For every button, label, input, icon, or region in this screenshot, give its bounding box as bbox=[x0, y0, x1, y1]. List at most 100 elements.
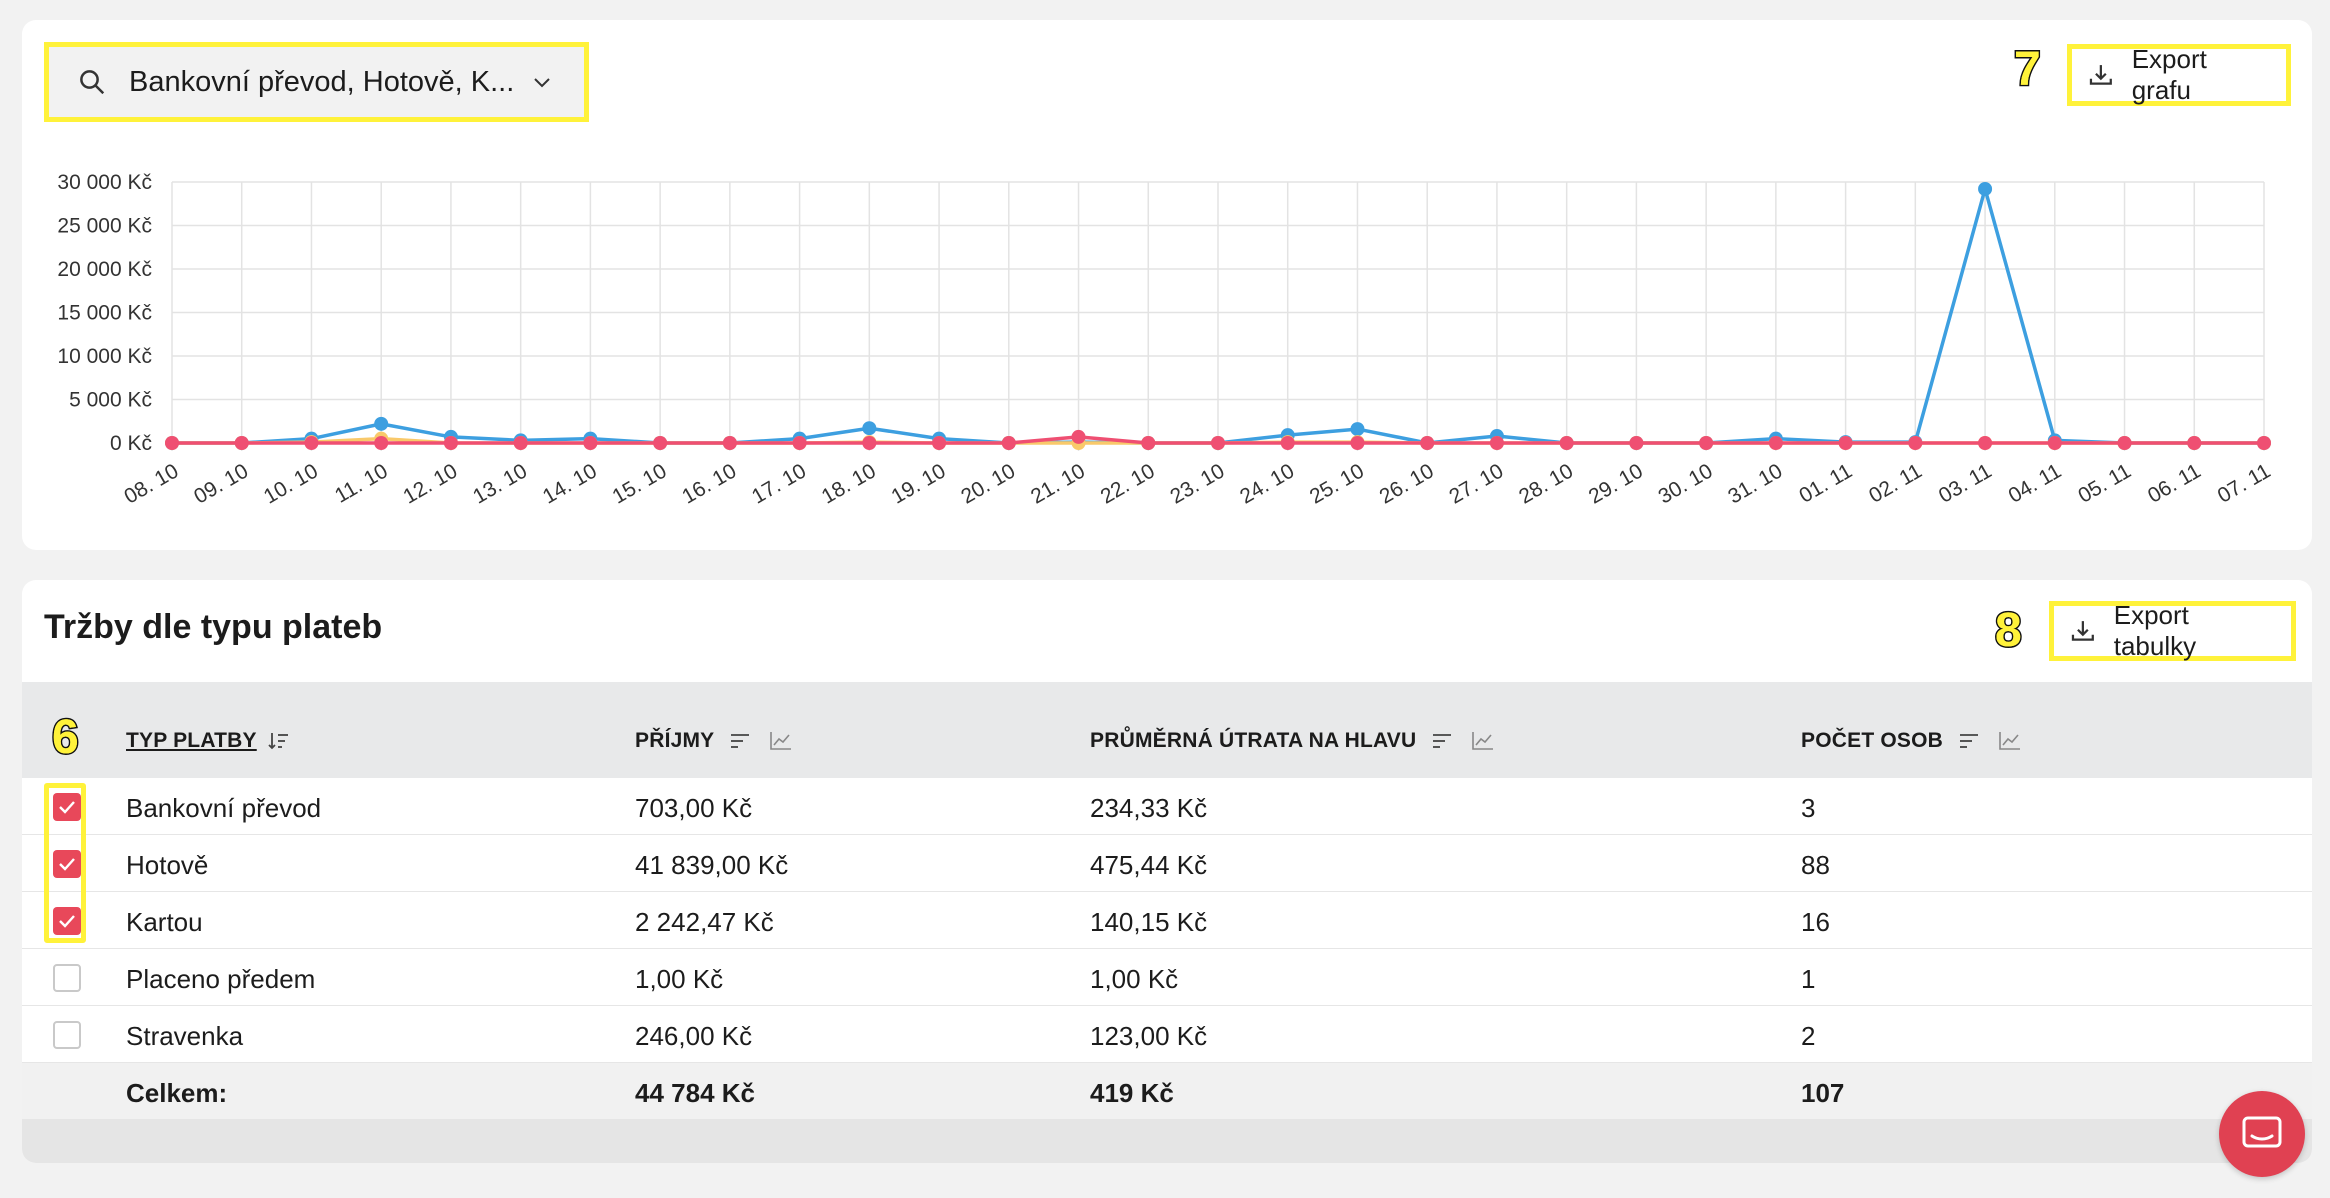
x-tick-label: 01. 11 bbox=[1795, 459, 1856, 507]
x-tick-label: 08. 10 bbox=[120, 459, 182, 508]
x-tick-label: 09. 10 bbox=[190, 459, 252, 508]
sort-desc-icon[interactable] bbox=[267, 730, 291, 752]
row-checkbox[interactable] bbox=[53, 964, 81, 992]
table-row: Placeno předem 1,00 Kč 1,00 Kč 1 bbox=[22, 949, 2312, 1006]
data-point bbox=[1141, 436, 1156, 450]
income-cell: 2 242,47 Kč bbox=[635, 907, 774, 937]
data-point bbox=[165, 436, 179, 450]
avg-cell: 140,15 Kč bbox=[1090, 907, 1208, 937]
count-cell: 1 bbox=[1801, 964, 1816, 994]
income-cell: 1,00 Kč bbox=[635, 964, 724, 994]
export-graph-button[interactable]: Export grafu bbox=[2067, 44, 2291, 106]
data-point bbox=[1559, 436, 1574, 450]
x-tick-label: 04. 11 bbox=[2005, 459, 2066, 507]
checkbox-highlight bbox=[44, 783, 86, 943]
x-tick-label: 20. 10 bbox=[957, 459, 1019, 508]
x-tick-label: 22. 10 bbox=[1097, 459, 1159, 508]
export-graph-label: Export grafu bbox=[2131, 44, 2207, 105]
income-cell: 246,00 Kč bbox=[635, 1021, 753, 1051]
header-avg-spend[interactable]: PRŮMĚRNÁ ÚTRATA NA HLAVU bbox=[1090, 729, 1496, 753]
payment-type-filter[interactable]: Bankovní převod, Hotově, K... bbox=[44, 42, 589, 122]
x-tick-label: 06. 11 bbox=[2144, 459, 2205, 507]
x-tick-label: 13. 10 bbox=[469, 459, 531, 508]
annotation-marker-8: 8 bbox=[1994, 603, 2024, 659]
chart-line-icon[interactable] bbox=[768, 730, 794, 752]
y-tick-label: 15 000 Kč bbox=[57, 302, 152, 325]
total-income: 44 784 Kč bbox=[635, 1078, 755, 1108]
x-tick-label: 07. 11 bbox=[2214, 459, 2275, 507]
data-point bbox=[862, 436, 877, 450]
sort-icon[interactable] bbox=[1957, 731, 1983, 751]
header-person-count[interactable]: POČET OSOB bbox=[1801, 729, 2023, 753]
data-point bbox=[2187, 436, 2202, 450]
data-point bbox=[1699, 436, 1714, 450]
x-tick-label: 27. 10 bbox=[1445, 459, 1507, 508]
x-tick-label: 23. 10 bbox=[1166, 459, 1228, 508]
filter-value: Bankovní převod, Hotově, K... bbox=[129, 65, 515, 98]
search-icon bbox=[80, 70, 105, 95]
x-tick-label: 18. 10 bbox=[818, 459, 880, 508]
y-tick-label: 5 000 Kč bbox=[69, 389, 152, 412]
data-point bbox=[374, 436, 389, 450]
table-row: Stravenka 246,00 Kč 123,00 Kč 2 bbox=[22, 1006, 2312, 1063]
x-tick-label: 31. 10 bbox=[1724, 459, 1786, 508]
avg-cell: 475,44 Kč bbox=[1090, 850, 1208, 880]
row-checkbox[interactable] bbox=[53, 1021, 81, 1049]
chat-launcher[interactable] bbox=[2219, 1091, 2305, 1177]
annotation-marker-6: 6 bbox=[51, 710, 81, 766]
x-tick-label: 28. 10 bbox=[1515, 459, 1577, 508]
avg-cell: 234,33 Kč bbox=[1090, 793, 1208, 823]
x-tick-label: 25. 10 bbox=[1306, 459, 1368, 508]
y-tick-label: 20 000 Kč bbox=[57, 258, 152, 281]
data-point bbox=[513, 436, 528, 450]
income-cell: 703,00 Kč bbox=[635, 793, 753, 823]
sort-icon[interactable] bbox=[1430, 731, 1456, 751]
data-point bbox=[1629, 436, 1644, 450]
export-table-label: Export tabulky bbox=[2113, 600, 2197, 661]
chart-card: 30 000 Kč 25 000 Kč 20 000 Kč 15 000 Kč 10 0… bbox=[22, 20, 2312, 550]
income-cell: 41 839,00 Kč bbox=[635, 850, 789, 880]
data-point bbox=[653, 436, 668, 450]
data-point bbox=[1350, 422, 1365, 437]
chart-line-icon[interactable] bbox=[1997, 730, 2023, 752]
data-point bbox=[1978, 436, 1993, 450]
data-point bbox=[1280, 436, 1295, 450]
section-title: Tržby dle typu plateb bbox=[44, 608, 383, 646]
payment-type-cell: Kartou bbox=[126, 907, 203, 937]
data-point bbox=[374, 416, 389, 431]
x-tick-label: 03. 11 bbox=[1935, 459, 1996, 507]
x-tick-label: 05. 11 bbox=[2074, 459, 2135, 507]
avg-cell: 1,00 Kč bbox=[1090, 964, 1179, 994]
data-point bbox=[862, 421, 877, 436]
sort-icon[interactable] bbox=[728, 731, 754, 751]
data-point bbox=[2047, 436, 2062, 450]
x-tick-label: 29. 10 bbox=[1585, 459, 1647, 508]
header-payment-type[interactable]: TYP PLATBY bbox=[126, 729, 291, 753]
y-tick-label: 25 000 Kč bbox=[57, 215, 152, 238]
annotation-marker-7: 7 bbox=[2013, 42, 2043, 98]
header-income[interactable]: PŘÍJMY bbox=[635, 729, 794, 753]
payment-type-cell: Placeno předem bbox=[126, 964, 316, 994]
data-point bbox=[1211, 436, 1225, 450]
data-point bbox=[1908, 436, 1923, 450]
chart-line-icon[interactable] bbox=[1470, 730, 1496, 752]
data-point bbox=[1978, 181, 1993, 196]
download-icon bbox=[2071, 621, 2094, 641]
table-card: Tržby dle typu plateb 8 Export tabulky 6… bbox=[22, 580, 2312, 1163]
count-cell: 2 bbox=[1801, 1021, 1816, 1051]
table-row: Bankovní převod 703,00 Kč 234,33 Kč 3 bbox=[22, 778, 2312, 835]
data-point bbox=[304, 436, 319, 450]
count-cell: 16 bbox=[1801, 907, 1830, 937]
data-point bbox=[2117, 436, 2132, 450]
x-tick-label: 21. 10 bbox=[1027, 459, 1089, 508]
x-tick-label: 26. 10 bbox=[1376, 459, 1438, 508]
data-point bbox=[2257, 436, 2271, 450]
data-point bbox=[722, 436, 737, 450]
payment-type-cell: Hotově bbox=[126, 850, 209, 880]
export-table-button[interactable]: Export tabulky bbox=[2049, 600, 2296, 661]
data-point bbox=[1768, 436, 1783, 450]
data-point bbox=[1838, 436, 1853, 450]
download-icon bbox=[2089, 65, 2112, 85]
data-point bbox=[1071, 429, 1086, 444]
data-point bbox=[443, 436, 458, 450]
